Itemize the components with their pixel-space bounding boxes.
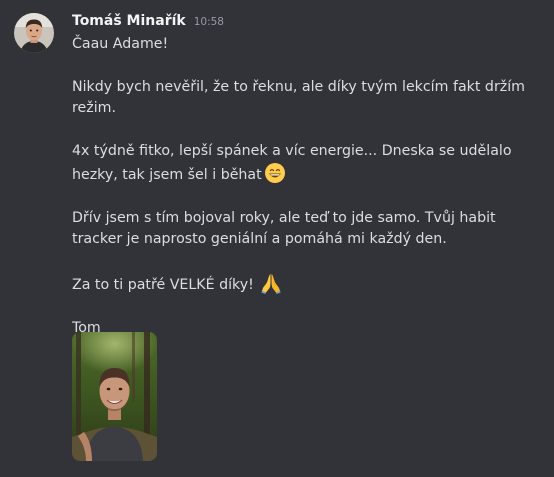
timestamp[interactable]: 10:58 (194, 16, 224, 28)
grinning-face-emoji[interactable] (264, 162, 286, 184)
message-paragraph-2: 4x týdně fitko, lepší spánek a víc energ… (72, 141, 542, 186)
user-avatar[interactable] (14, 13, 54, 53)
message-paragraph-1: Nikdy bych nevěřil, že to řeknu, ale dík… (72, 79, 525, 116)
message-paragraph-4: Za to ti patřé VELKÉ díky! (72, 272, 542, 296)
folded-hands-emoji[interactable] (260, 272, 282, 294)
attached-selfie-photo[interactable] (72, 332, 157, 461)
chat-message: Tomáš Minařík 10:58 Čaau Adame! Nikdy by… (0, 0, 554, 477)
message-header: Tomáš Minařík 10:58 (72, 13, 224, 33)
paragraph-2-text: 4x týdně fitko, lepší spánek a víc energ… (72, 143, 512, 183)
username[interactable]: Tomáš Minařík (72, 13, 186, 29)
message-paragraph-3: Dřív jsem s tím bojoval roky, ale teď to… (72, 210, 496, 247)
paragraph-4-text: Za to ti patřé VELKÉ díky! (72, 277, 254, 293)
greeting-line: Čaau Adame! (72, 36, 169, 52)
message-content: Čaau Adame! Nikdy bych nevěřil, že to ře… (72, 34, 542, 339)
